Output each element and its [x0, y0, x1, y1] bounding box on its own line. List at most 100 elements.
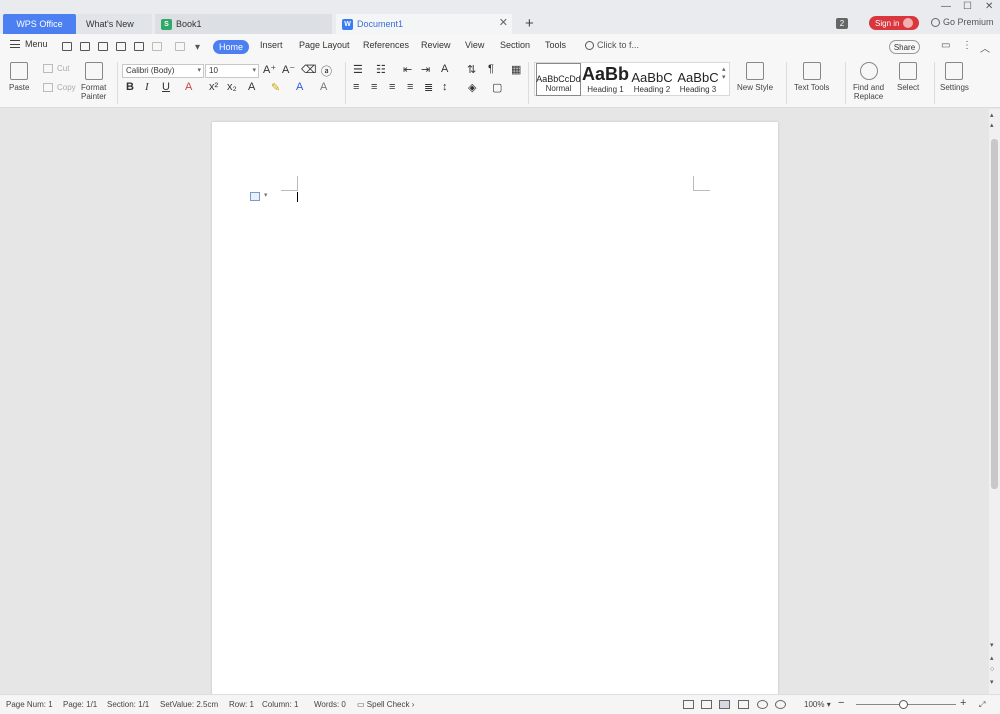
text-direction-icon[interactable]: A [441, 63, 448, 75]
tab-document1[interactable]: W Document1 ✕ [336, 14, 512, 34]
status-set-value[interactable]: SetValue: 2.5cm [160, 700, 218, 709]
text-tools-button[interactable]: Text Tools [794, 62, 829, 92]
align-right-icon[interactable]: ≡ [389, 81, 395, 93]
tab-insert[interactable]: Insert [260, 40, 283, 50]
highlight-icon[interactable]: ✎ [271, 81, 280, 94]
italic-icon[interactable]: I [145, 81, 149, 93]
style-heading-1[interactable]: AaBb Heading 1 [582, 63, 629, 96]
comment-icon[interactable]: ▭ [941, 40, 950, 51]
table-grid-icon[interactable]: ▦ [511, 63, 521, 76]
bold-icon[interactable]: B [126, 81, 134, 93]
style-normal[interactable]: AaBbCcDd Normal [536, 63, 581, 96]
char-shading-icon[interactable]: A [320, 81, 327, 93]
sort-icon[interactable]: ⇅ [467, 63, 476, 76]
style-heading-3[interactable]: AaBbC Heading 3 [675, 63, 721, 96]
shading-icon[interactable]: ◈ [468, 81, 476, 94]
tab-home[interactable]: Home [213, 40, 249, 54]
font-size-select[interactable]: 10 [205, 64, 259, 78]
open-icon[interactable] [62, 42, 72, 51]
customize-toolbar-icon[interactable]: ▾ [195, 42, 200, 53]
tab-tools[interactable]: Tools [545, 40, 566, 50]
underline-icon[interactable]: U [162, 81, 170, 93]
save-icon[interactable] [80, 42, 90, 51]
scrollbar-thumb[interactable] [991, 139, 998, 489]
cut-button[interactable]: Cut [43, 64, 69, 73]
document-canvas[interactable]: ▾ [0, 109, 988, 702]
status-words[interactable]: Words: 0 [314, 700, 346, 709]
status-row[interactable]: Row: 1 [229, 700, 254, 709]
new-style-button[interactable]: New Style [737, 62, 773, 92]
zoom-level[interactable]: 100% ▾ [804, 700, 831, 709]
vertical-scrollbar[interactable]: ▴ ▴ ▾ ▴ ○ ▾ [989, 109, 1000, 694]
next-page-icon[interactable]: ▾ [990, 678, 994, 686]
find-replace-button[interactable]: Find and Replace [853, 62, 884, 101]
page-mode-icon[interactable] [719, 700, 730, 709]
export-icon[interactable] [98, 42, 108, 51]
search-command-box[interactable]: Click to f... [585, 40, 639, 50]
scroll-down-icon[interactable]: ▾ [990, 641, 994, 649]
add-tab-icon[interactable]: + [525, 15, 534, 32]
styles-scroll-icon[interactable]: ▴ ▾ [722, 65, 726, 81]
outline-mode-icon[interactable] [738, 700, 749, 709]
chevron-down-icon[interactable]: ▾ [264, 191, 268, 199]
format-painter-button[interactable]: Format Painter [81, 62, 106, 101]
spell-check-button[interactable]: ▭ Spell Check › [357, 700, 414, 709]
fit-window-icon[interactable]: ⤢ [979, 700, 985, 710]
scroll-top-icon[interactable]: ▴ [990, 111, 994, 119]
decrease-indent-icon[interactable]: ⇤ [403, 63, 412, 76]
print-preview-icon[interactable] [134, 42, 144, 51]
grow-font-icon[interactable]: A⁺ [263, 63, 276, 76]
zoom-out-icon[interactable]: − [838, 697, 844, 709]
close-tab-icon[interactable]: ✕ [499, 18, 508, 29]
font-color-icon[interactable]: A [296, 81, 303, 93]
tab-book1[interactable]: S Book1 [155, 14, 332, 34]
tab-wps-office[interactable]: WPS Office [3, 14, 76, 34]
shrink-font-icon[interactable]: A⁻ [282, 63, 295, 76]
more-options-icon[interactable]: ⋮ [962, 40, 972, 51]
select-button[interactable]: Select [897, 62, 919, 92]
paragraph-layout-icon[interactable] [250, 192, 260, 201]
tab-page-layout[interactable]: Page Layout [299, 40, 350, 50]
zoom-in-icon[interactable]: + [960, 697, 966, 709]
font-family-select[interactable]: Calibri (Body) [122, 64, 204, 78]
justify-icon[interactable]: ≡ [407, 81, 413, 93]
maximize-icon[interactable]: ☐ [963, 1, 972, 12]
collapse-ribbon-icon[interactable]: ︿ [980, 40, 990, 55]
browse-object-icon[interactable]: ○ [990, 666, 994, 673]
zoom-slider-handle[interactable] [899, 700, 908, 709]
status-page[interactable]: Page: 1/1 [63, 700, 97, 709]
tab-review[interactable]: Review [421, 40, 451, 50]
status-page-num[interactable]: Page Num: 1 [6, 700, 53, 709]
fullscreen-icon[interactable] [683, 700, 694, 709]
web-layout-icon[interactable] [757, 700, 768, 709]
increase-indent-icon[interactable]: ⇥ [421, 63, 430, 76]
prev-page-icon[interactable]: ▴ [990, 654, 994, 662]
redo-icon[interactable] [175, 42, 185, 51]
style-heading-2[interactable]: AaBbC Heading 2 [629, 63, 675, 96]
share-button[interactable]: Share [889, 40, 920, 54]
paste-button[interactable]: Paste [9, 62, 29, 92]
settings-button[interactable]: Settings [940, 62, 969, 92]
align-left-icon[interactable]: ≡ [353, 81, 359, 93]
eye-protection-icon[interactable] [775, 700, 786, 709]
tab-whats-new[interactable]: What's New [76, 14, 152, 34]
document-page[interactable]: ▾ [212, 122, 778, 702]
bullets-icon[interactable]: ☰ [353, 63, 363, 76]
sign-in-button[interactable]: Sign in [869, 16, 919, 30]
copy-button[interactable]: Copy [43, 83, 76, 92]
scroll-up-icon[interactable]: ▴ [990, 121, 994, 129]
numbering-icon[interactable]: ☷ [376, 63, 386, 76]
go-premium-button[interactable]: Go Premium [931, 17, 994, 27]
strikethrough-icon[interactable]: A [185, 81, 192, 93]
line-spacing-icon[interactable]: ↕ [442, 81, 448, 93]
superscript-icon[interactable]: x² [209, 81, 218, 93]
subscript-icon[interactable]: x₂ [227, 81, 237, 93]
borders-icon[interactable]: ▢ [492, 81, 502, 94]
tab-section[interactable]: Section [500, 40, 530, 50]
show-marks-icon[interactable]: ¶ [488, 63, 494, 75]
undo-icon[interactable] [152, 42, 162, 51]
align-center-icon[interactable]: ≡ [371, 81, 377, 93]
status-column[interactable]: Column: 1 [262, 700, 298, 709]
text-effect-icon[interactable]: A [248, 81, 255, 93]
distributed-icon[interactable]: ≣ [424, 81, 433, 94]
